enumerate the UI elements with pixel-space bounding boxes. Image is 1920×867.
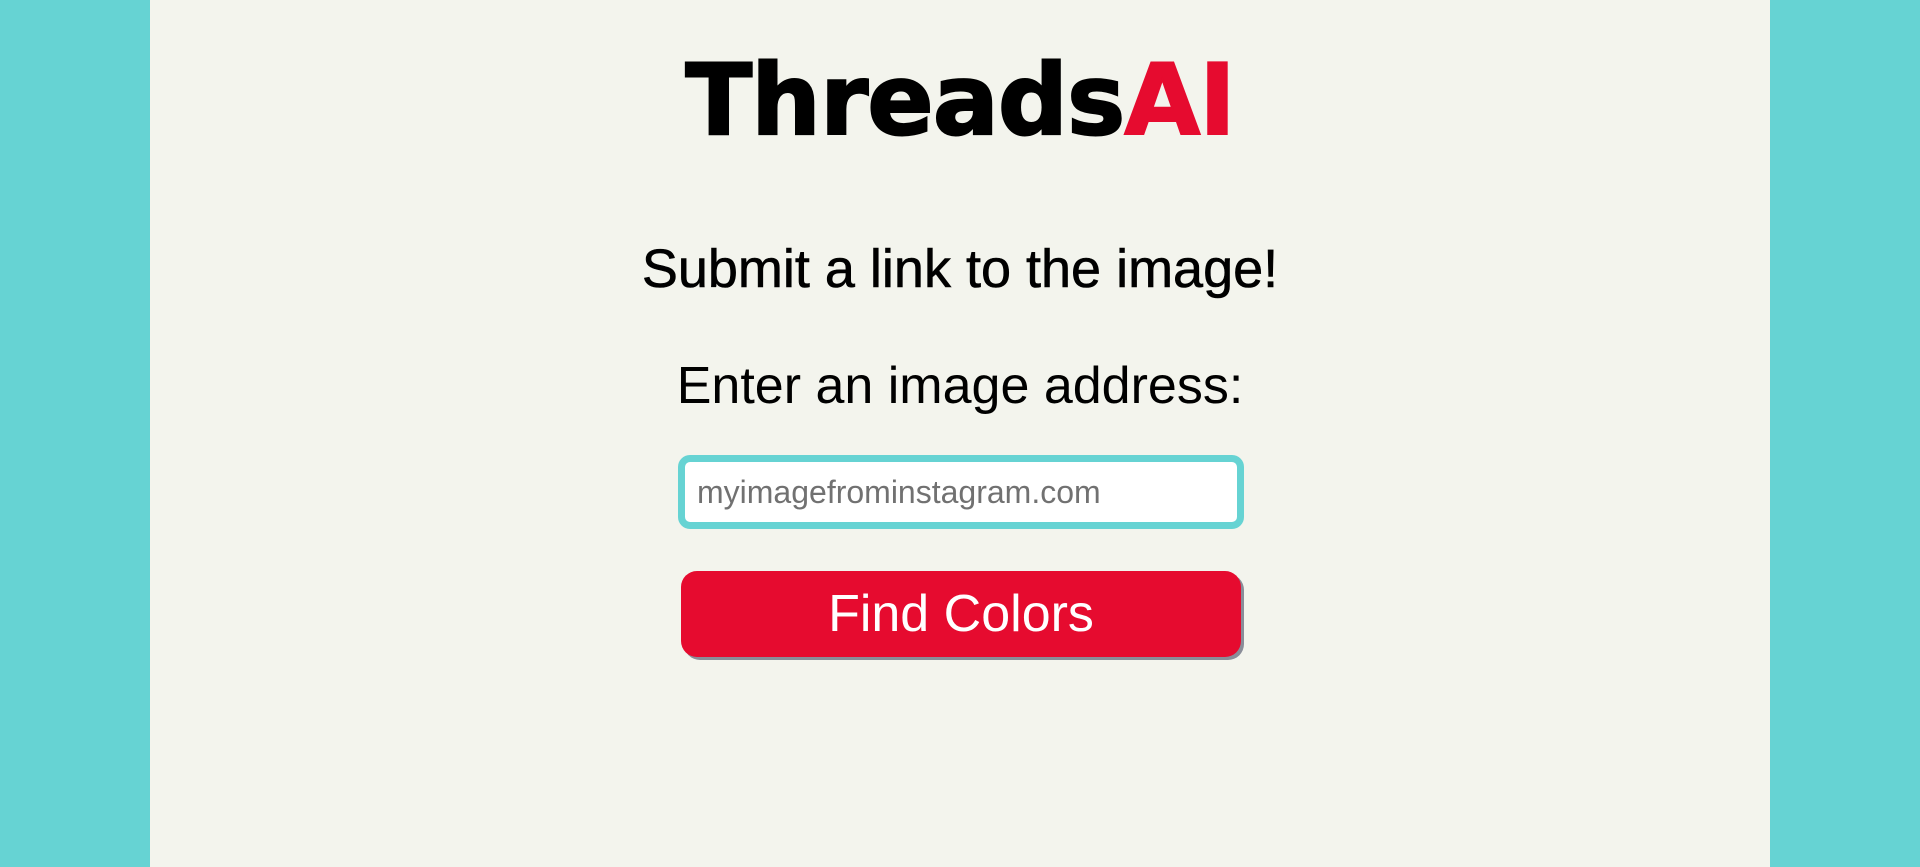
page-heading: Submit a link to the image! <box>641 239 1279 300</box>
logo-text: Threads <box>684 43 1126 159</box>
threadsai-logo: ThreadsAI <box>150 36 1770 166</box>
image-address-input[interactable] <box>678 455 1244 529</box>
main-panel: ThreadsAI Submit a link to the image! En… <box>150 0 1770 867</box>
logo-accent-text: AI <box>1123 43 1236 159</box>
find-colors-button[interactable]: Find Colors <box>681 571 1241 657</box>
image-address-label: Enter an image address: <box>676 357 1244 415</box>
